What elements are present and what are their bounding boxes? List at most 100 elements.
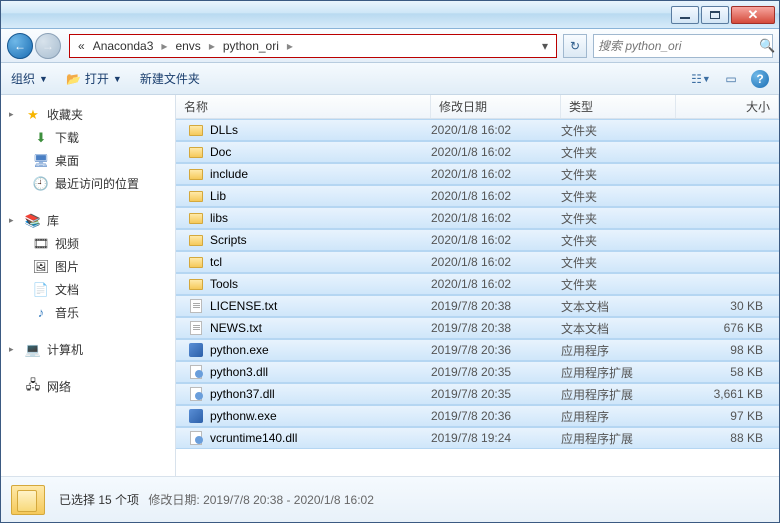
dll-icon: [188, 364, 204, 380]
status-selection: 已选择 15 个项: [59, 493, 139, 507]
file-row[interactable]: vcruntime140.dll2019/7/8 19:24应用程序扩展88 K…: [176, 427, 779, 449]
sidebar-computer[interactable]: ▸💻计算机: [5, 338, 171, 361]
file-type: 应用程序: [561, 342, 676, 359]
column-name[interactable]: 名称: [176, 95, 431, 118]
file-type: 文件夹: [561, 188, 676, 205]
breadcrumb-envs[interactable]: envs: [171, 37, 204, 55]
sidebar-videos[interactable]: 🎞视频: [5, 232, 171, 255]
view-options-button[interactable]: ☷▼: [691, 69, 711, 89]
file-row[interactable]: include2020/1/8 16:02文件夹: [176, 163, 779, 185]
sidebar-pictures-label: 图片: [55, 258, 79, 275]
column-date[interactable]: 修改日期: [431, 95, 561, 118]
dll-icon: [188, 430, 204, 446]
tree-collapse-icon: ▸: [9, 215, 19, 226]
close-button[interactable]: ✕: [731, 6, 775, 24]
sidebar-network[interactable]: 🖧网络: [5, 375, 171, 398]
txt-icon: [188, 320, 204, 336]
preview-pane-button[interactable]: ▭: [721, 69, 741, 89]
folder-icon: [188, 210, 204, 226]
file-date: 2020/1/8 16:02: [431, 277, 561, 291]
music-icon: ♪: [33, 305, 49, 321]
address-bar[interactable]: « Anaconda3 ▸ envs ▸ python_ori ▸ ▾: [69, 34, 557, 58]
help-icon: ?: [756, 72, 763, 86]
open-menu[interactable]: 📂打开 ▼: [66, 70, 122, 87]
dll-icon: [188, 386, 204, 402]
sidebar-desktop-label: 桌面: [55, 152, 79, 169]
file-row[interactable]: Doc2020/1/8 16:02文件夹: [176, 141, 779, 163]
file-date: 2020/1/8 16:02: [431, 189, 561, 203]
file-row[interactable]: libs 2020/1/8 16:02文件夹: [176, 207, 779, 229]
folder-icon: [188, 122, 204, 138]
column-type[interactable]: 类型: [561, 95, 676, 118]
file-date: 2020/1/8 16:02: [431, 255, 561, 269]
chevron-right-icon: ▸: [161, 39, 167, 53]
file-row[interactable]: tcl2020/1/8 16:02文件夹: [176, 251, 779, 273]
file-name: NEWS.txt: [210, 321, 262, 335]
file-type: 应用程序: [561, 408, 676, 425]
sidebar-pictures[interactable]: 🖼图片: [5, 255, 171, 278]
sidebar-music[interactable]: ♪音乐: [5, 301, 171, 324]
help-button[interactable]: ?: [751, 70, 769, 88]
document-icon: 📄: [33, 282, 49, 298]
column-size[interactable]: 大小: [676, 95, 779, 118]
file-type: 文件夹: [561, 254, 676, 271]
forward-button[interactable]: →: [35, 33, 61, 59]
file-row[interactable]: LICENSE.txt2019/7/8 20:38文本文档30 KB: [176, 295, 779, 317]
sidebar-recent[interactable]: 🕘最近访问的位置: [5, 172, 171, 195]
sidebar-downloads[interactable]: ⬇下载: [5, 126, 171, 149]
file-row[interactable]: python3.dll2019/7/8 20:35应用程序扩展58 KB: [176, 361, 779, 383]
file-row[interactable]: python.exe2019/7/8 20:36应用程序98 KB: [176, 339, 779, 361]
sidebar-downloads-label: 下载: [55, 129, 79, 146]
file-row[interactable]: pythonw.exe2019/7/8 20:36应用程序97 KB: [176, 405, 779, 427]
computer-icon: 💻: [25, 342, 41, 358]
sidebar-documents[interactable]: 📄文档: [5, 278, 171, 301]
search-box[interactable]: 🔍: [593, 34, 773, 58]
sidebar-libraries[interactable]: ▸📚库: [5, 209, 171, 232]
preview-icon: ▭: [725, 72, 736, 86]
chevron-down-icon: ▼: [702, 74, 711, 84]
sidebar-favorites[interactable]: ▸★收藏夹: [5, 103, 171, 126]
sidebar-desktop[interactable]: 🖥桌面: [5, 149, 171, 172]
folder-icon: [188, 254, 204, 270]
sidebar-libraries-label: 库: [47, 212, 59, 229]
sidebar-network-label: 网络: [47, 378, 71, 395]
file-row[interactable]: python37.dll2019/7/8 20:35应用程序扩展3,661 KB: [176, 383, 779, 405]
file-name: Scripts: [210, 233, 247, 247]
newfolder-button[interactable]: 新建文件夹: [140, 70, 200, 87]
file-row[interactable]: Lib2020/1/8 16:02文件夹: [176, 185, 779, 207]
file-name: python3.dll: [210, 365, 268, 379]
folder-icon: [188, 188, 204, 204]
file-type: 文件夹: [561, 276, 676, 293]
file-size: 88 KB: [676, 431, 779, 445]
status-thumbnail-icon: [11, 485, 45, 515]
column-headers: 名称 修改日期 类型 大小: [176, 95, 779, 119]
breadcrumb-anaconda3[interactable]: Anaconda3: [89, 37, 158, 55]
file-name: libs: [210, 211, 228, 225]
breadcrumb-prefix[interactable]: «: [74, 37, 89, 55]
file-date: 2020/1/8 16:02: [431, 123, 561, 137]
address-dropdown[interactable]: ▾: [538, 39, 552, 53]
folder-icon: [188, 276, 204, 292]
minimize-button[interactable]: [671, 6, 699, 24]
file-date: 2020/1/8 16:02: [431, 233, 561, 247]
file-date: 2019/7/8 20:35: [431, 387, 561, 401]
search-icon[interactable]: 🔍: [759, 38, 775, 54]
refresh-button[interactable]: ↻: [563, 34, 587, 58]
file-row[interactable]: NEWS.txt2019/7/8 20:38文本文档676 KB: [176, 317, 779, 339]
file-date: 2019/7/8 20:36: [431, 409, 561, 423]
status-date-label: 修改日期:: [148, 493, 199, 507]
file-date: 2020/1/8 16:02: [431, 211, 561, 225]
search-input[interactable]: [598, 39, 755, 53]
file-row[interactable]: DLLs2020/1/8 16:02文件夹: [176, 119, 779, 141]
maximize-button[interactable]: [701, 6, 729, 24]
back-button[interactable]: ←: [7, 33, 33, 59]
video-icon: 🎞: [33, 236, 49, 252]
breadcrumb-pythonori[interactable]: python_ori: [219, 37, 283, 55]
organize-menu[interactable]: 组织 ▼: [11, 70, 48, 87]
chevron-down-icon: ▼: [113, 74, 122, 84]
file-row[interactable]: Tools2020/1/8 16:02文件夹: [176, 273, 779, 295]
file-name: include: [210, 167, 248, 181]
file-type: 文件夹: [561, 210, 676, 227]
file-list[interactable]: DLLs2020/1/8 16:02文件夹Doc2020/1/8 16:02文件…: [176, 119, 779, 476]
file-row[interactable]: Scripts2020/1/8 16:02文件夹: [176, 229, 779, 251]
